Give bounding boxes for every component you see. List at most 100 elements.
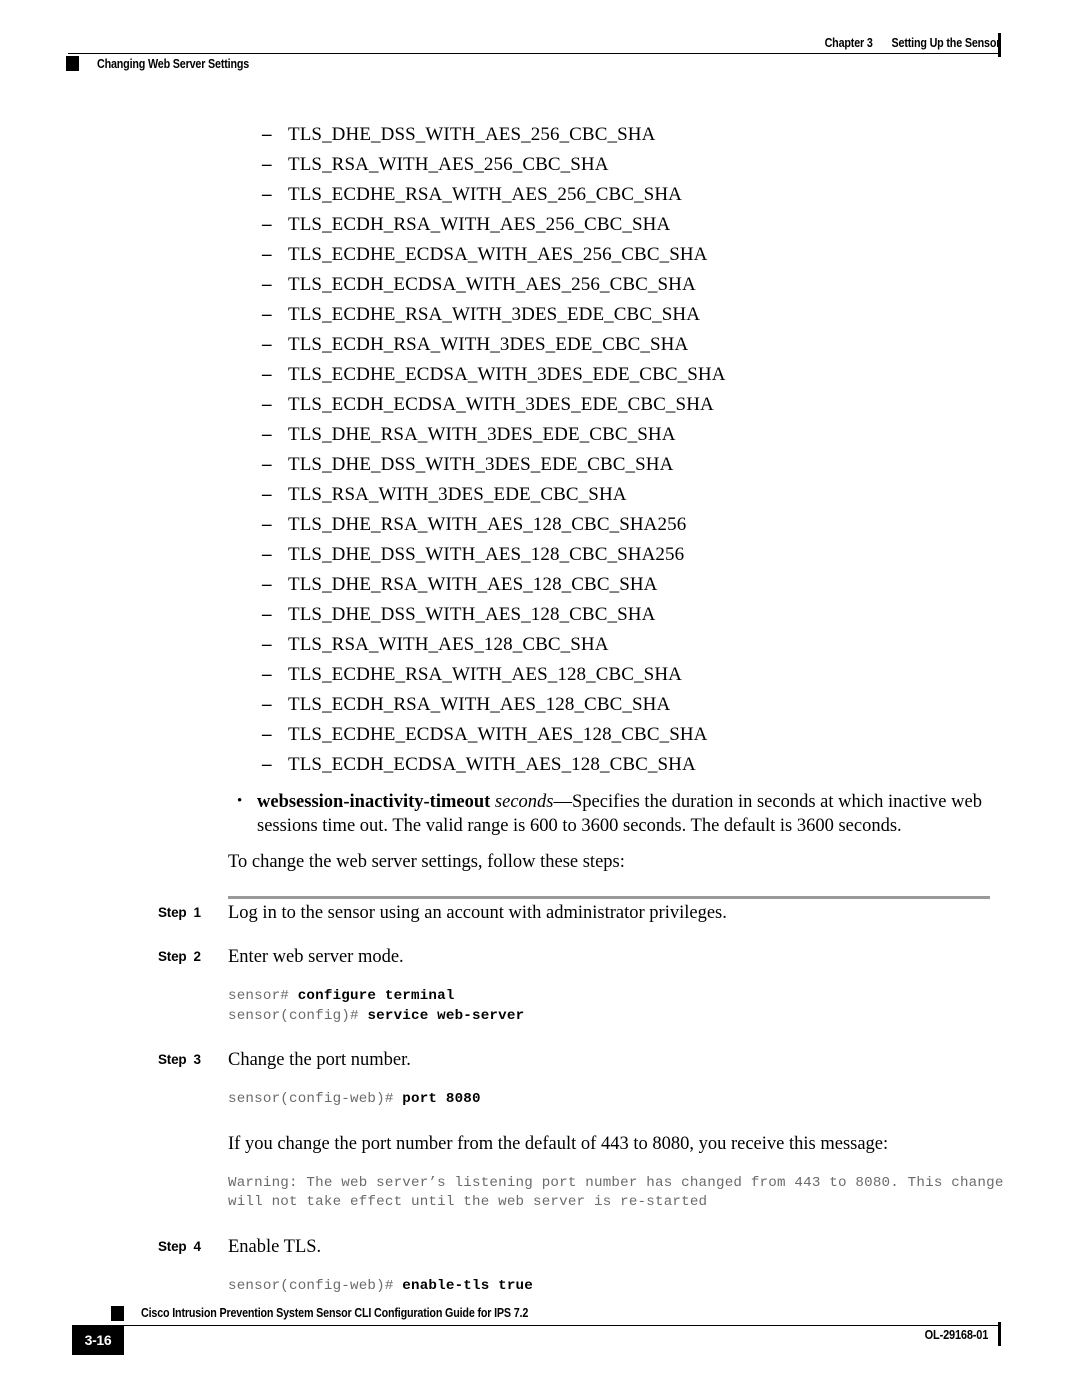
dash-bullet-icon: – <box>262 754 272 775</box>
dash-bullet-icon: – <box>262 244 272 265</box>
list-item: – TLS_RSA_WITH_AES_256_CBC_SHA <box>0 150 1080 180</box>
dash-bullet-icon: – <box>262 274 272 295</box>
step-row-4: Step 4 Enable TLS. <box>0 1233 1080 1263</box>
step-row-1: Step 1 Log in to the sensor using an acco… <box>0 899 1080 929</box>
procedure-lead-in: To change the web server settings, follo… <box>228 852 625 872</box>
cli-command: service web-server <box>367 1007 525 1024</box>
list-item: – TLS_ECDHE_ECDSA_WITH_AES_256_CBC_SHA <box>0 240 1080 270</box>
footer-book-title: Cisco Intrusion Prevention System Sensor… <box>141 1306 529 1320</box>
step-word: Step <box>158 1238 187 1254</box>
step-label-1: Step 1 <box>158 899 201 927</box>
cipher-suite-name: TLS_ECDHE_ECDSA_WITH_AES_256_CBC_SHA <box>288 244 708 265</box>
footer-rule <box>110 1325 1000 1326</box>
header-rule <box>68 53 1000 54</box>
step-text-2: Enter web server mode. <box>228 947 404 967</box>
step-text-1: Log in to the sensor using an account wi… <box>228 903 727 923</box>
cipher-suite-name: TLS_RSA_WITH_AES_256_CBC_SHA <box>288 154 609 175</box>
dash-bullet-icon: – <box>262 424 272 445</box>
dash-bullet-icon: – <box>262 514 272 535</box>
cli-prompt: sensor(config-web)# <box>228 1091 403 1107</box>
code-block-step-3: sensor(config-web)# port 8080 <box>228 1090 1080 1110</box>
footer-document-number: OL-29168-01 <box>924 1328 989 1342</box>
list-item: – TLS_ECDHE_RSA_WITH_AES_128_CBC_SHA <box>0 660 1080 690</box>
step-row-3: Step 3 Change the port number. <box>0 1046 1080 1076</box>
header-right-tick <box>998 33 1001 57</box>
cipher-suite-list: – TLS_DHE_DSS_WITH_AES_256_CBC_SHA – TLS_R… <box>0 120 1080 780</box>
step-word: Step <box>158 949 187 964</box>
dash-bullet-icon: – <box>262 634 272 655</box>
page-header: Chapter 3 Setting Up the Sensor Changing … <box>0 0 1080 90</box>
cipher-suite-name: TLS_ECDHE_ECDSA_WITH_AES_128_CBC_SHA <box>288 724 708 745</box>
dash-bullet-icon: – <box>262 154 272 175</box>
step-word: Step <box>158 905 187 920</box>
list-item: – TLS_DHE_RSA_WITH_AES_128_CBC_SHA256 <box>0 510 1080 540</box>
cipher-suite-name: TLS_RSA_WITH_AES_128_CBC_SHA <box>288 634 609 655</box>
footer-square-marker-icon <box>111 1306 124 1321</box>
dash-bullet-icon: – <box>262 604 272 625</box>
code-block-step-2: sensor# configure terminal sensor(config… <box>228 987 1080 1026</box>
dash-bullet-icon: – <box>262 214 272 235</box>
dash-bullet-icon: – <box>262 664 272 685</box>
cipher-suite-name: TLS_DHE_RSA_WITH_3DES_EDE_CBC_SHA <box>288 424 676 445</box>
cipher-suite-name: TLS_DHE_DSS_WITH_AES_128_CBC_SHA256 <box>288 544 685 565</box>
port-change-note: If you change the port number from the d… <box>228 1133 889 1154</box>
list-item: – TLS_ECDH_ECDSA_WITH_AES_128_CBC_SHA <box>0 750 1080 780</box>
page-content: – TLS_DHE_DSS_WITH_AES_256_CBC_SHA – TLS_R… <box>0 120 1080 1296</box>
step-text-4: Enable TLS. <box>228 1236 322 1257</box>
list-item: – TLS_ECDHE_ECDSA_WITH_AES_128_CBC_SHA <box>0 720 1080 750</box>
cipher-suite-name: TLS_ECDH_ECDSA_WITH_AES_256_CBC_SHA <box>288 274 696 295</box>
step-number: 1 <box>193 905 201 920</box>
cli-command: port 8080 <box>402 1091 481 1107</box>
step-number: 3 <box>193 1052 201 1067</box>
cipher-suite-name: TLS_ECDH_RSA_WITH_AES_128_CBC_SHA <box>288 694 671 715</box>
page-number: 3-16 <box>84 1332 112 1348</box>
cipher-suite-name: TLS_ECDHE_RSA_WITH_AES_256_CBC_SHA <box>288 184 682 205</box>
list-item: – TLS_DHE_DSS_WITH_3DES_EDE_CBC_SHA <box>0 450 1080 480</box>
cipher-suite-name: TLS_RSA_WITH_3DES_EDE_CBC_SHA <box>288 484 627 505</box>
step-word: Step <box>158 1052 187 1067</box>
step-label-3: Step 3 <box>158 1046 201 1074</box>
dash-bullet-icon: – <box>262 574 272 595</box>
list-item: – TLS_DHE_DSS_WITH_AES_256_CBC_SHA <box>0 120 1080 150</box>
dash-bullet-icon: – <box>262 694 272 715</box>
cli-command: configure terminal <box>297 988 455 1004</box>
footer-right-tick <box>998 1322 1001 1346</box>
list-item: – TLS_ECDHE_ECDSA_WITH_3DES_EDE_CBC_SHA <box>0 360 1080 390</box>
dash-bullet-icon: – <box>262 394 272 415</box>
dash-bullet-icon: – <box>262 184 272 205</box>
step-number: 2 <box>193 949 201 964</box>
list-item: – TLS_ECDH_ECDSA_WITH_3DES_EDE_CBC_SHA <box>0 390 1080 420</box>
dash-bullet-icon: – <box>262 124 272 145</box>
step-label-4: Step 4 <box>158 1233 201 1261</box>
list-item: – TLS_DHE_RSA_WITH_3DES_EDE_CBC_SHA <box>0 420 1080 450</box>
list-item: – TLS_ECDH_RSA_WITH_AES_256_CBC_SHA <box>0 210 1080 240</box>
cipher-suite-name: TLS_DHE_DSS_WITH_3DES_EDE_CBC_SHA <box>288 454 674 475</box>
list-item: – TLS_ECDHE_RSA_WITH_3DES_EDE_CBC_SHA <box>0 300 1080 330</box>
dash-bullet-icon: – <box>262 544 272 565</box>
dash-bullet-icon: – <box>262 484 272 505</box>
cipher-suite-name: TLS_ECDH_RSA_WITH_AES_256_CBC_SHA <box>288 214 671 235</box>
cipher-suite-name: TLS_ECDH_ECDSA_WITH_3DES_EDE_CBC_SHA <box>288 394 714 415</box>
list-item: – TLS_ECDH_RSA_WITH_AES_128_CBC_SHA <box>0 690 1080 720</box>
cipher-suite-name: TLS_ECDHE_ECDSA_WITH_3DES_EDE_CBC_SHA <box>288 364 726 385</box>
step-text-3: Change the port number. <box>228 1050 411 1070</box>
list-item: – TLS_ECDH_ECDSA_WITH_AES_256_CBC_SHA <box>0 270 1080 300</box>
cipher-suite-name: TLS_ECDH_RSA_WITH_3DES_EDE_CBC_SHA <box>288 334 689 355</box>
step-row-2: Step 2 Enter web server mode. <box>0 943 1080 973</box>
dash-bullet-icon: – <box>262 724 272 745</box>
timeout-command-name: websession-inactivity-timeout <box>257 792 491 812</box>
cipher-suite-name: TLS_DHE_DSS_WITH_AES_256_CBC_SHA <box>288 124 656 145</box>
header-section-title: Changing Web Server Settings <box>97 57 250 71</box>
header-chapter-info: Chapter 3 Setting Up the Sensor <box>824 36 1000 50</box>
dash-bullet-icon: – <box>262 334 272 355</box>
list-item: – TLS_ECDHE_RSA_WITH_AES_256_CBC_SHA <box>0 180 1080 210</box>
list-item: – TLS_DHE_DSS_WITH_AES_128_CBC_SHA <box>0 600 1080 630</box>
timeout-argument-name: seconds <box>494 792 554 812</box>
